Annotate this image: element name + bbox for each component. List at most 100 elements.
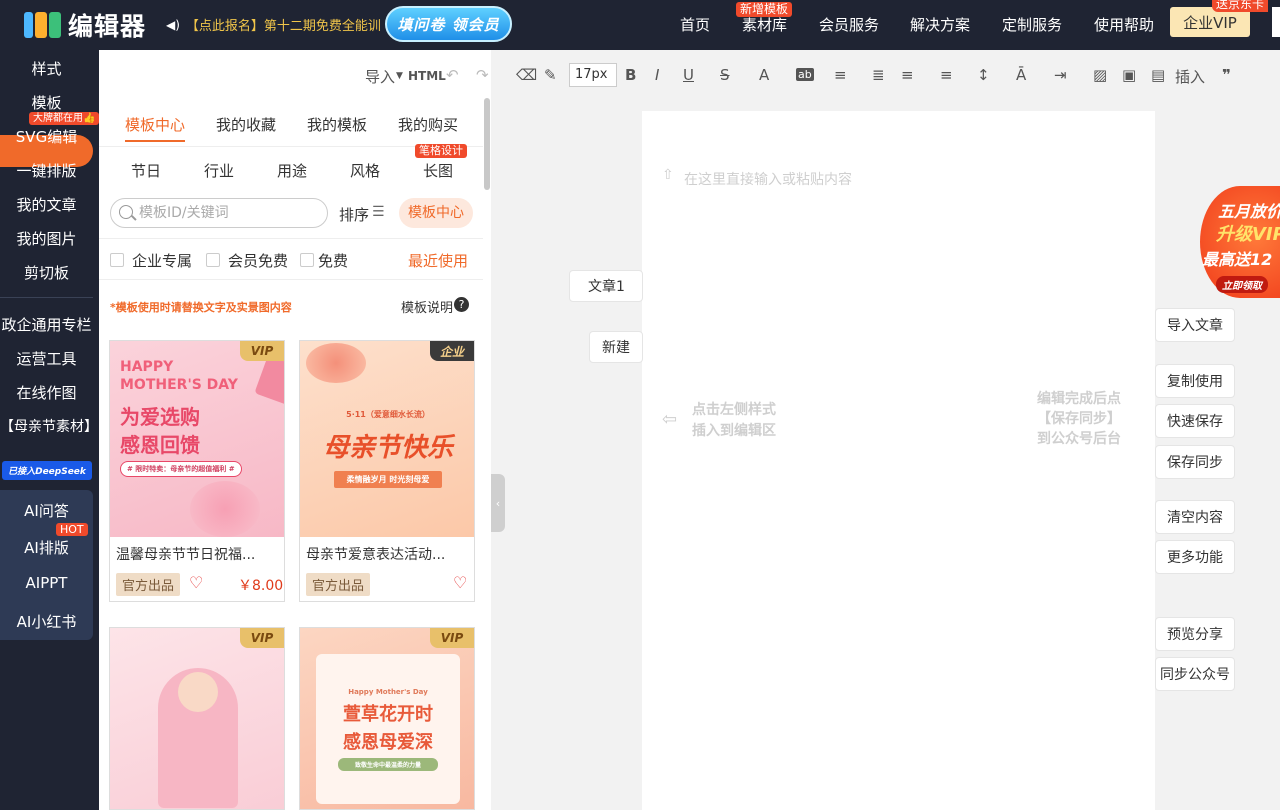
hot-badge: HOT: [56, 523, 88, 536]
template-card[interactable]: VIP: [109, 627, 285, 810]
image-icon[interactable]: ▣: [1122, 66, 1136, 84]
nav-help[interactable]: 使用帮助: [1094, 14, 1154, 35]
underline-icon[interactable]: U: [683, 66, 694, 84]
spacing-before-icon[interactable]: ≡: [901, 66, 914, 84]
sort-button[interactable]: 排序: [339, 204, 369, 225]
tab-my-templates[interactable]: 我的模板: [307, 114, 367, 135]
nav-gov-column[interactable]: 政企通用专栏: [0, 314, 93, 335]
user-avatar-edge[interactable]: [1272, 7, 1280, 37]
sync-official-account-button[interactable]: 同步公众号: [1155, 657, 1235, 691]
more-functions-button[interactable]: 更多功能: [1155, 540, 1235, 574]
nav-materials[interactable]: 素材库: [742, 14, 787, 35]
eraser-icon[interactable]: ⌫: [516, 66, 537, 84]
nav-online-drawing[interactable]: 在线作图: [0, 382, 93, 403]
enterprise-checkbox[interactable]: [110, 253, 124, 267]
nav-custom[interactable]: 定制服务: [1002, 14, 1062, 35]
tab-purchases[interactable]: 我的购买: [398, 114, 458, 135]
format-painter-icon[interactable]: ✎: [544, 66, 557, 84]
member-free-checkbox[interactable]: [206, 253, 220, 267]
preview-share-button[interactable]: 预览分享: [1155, 617, 1235, 651]
nurse-face: [178, 672, 218, 712]
nav-ai-layout[interactable]: AI排版: [0, 537, 93, 558]
import-article-button[interactable]: 导入文章: [1155, 308, 1235, 342]
logo-mark-icon: [24, 10, 62, 40]
nav-solutions[interactable]: 解决方案: [910, 14, 970, 35]
vip-promo-float[interactable]: 五月放价 升级VIP 最高送12 立即领取: [1200, 186, 1280, 298]
copy-use-button[interactable]: 复制使用: [1155, 364, 1235, 398]
italic-icon[interactable]: I: [655, 66, 659, 84]
align-icon[interactable]: ≡: [834, 66, 847, 84]
editor-canvas[interactable]: ⇧ 在这里直接输入或粘贴内容 ⇦ 点击左侧样式 插入到编辑区 编辑完成后点 【保…: [642, 111, 1155, 810]
quick-save-button[interactable]: 快速保存: [1155, 404, 1235, 438]
letter-spacing-icon[interactable]: Ā: [1016, 66, 1026, 84]
template-help[interactable]: 模板说明: [401, 297, 453, 316]
redo-icon[interactable]: ↷: [476, 66, 489, 84]
logo[interactable]: 编辑器: [24, 9, 146, 41]
quote-icon[interactable]: ❞: [1222, 66, 1231, 84]
nav-svg-edit[interactable]: SVG编辑: [0, 126, 93, 147]
template-card[interactable]: 5·11（爱意细水长流） 母亲节快乐 柔情融岁月 时光刻母爱 企业 母亲节爱意表…: [299, 340, 475, 602]
subtab-usage[interactable]: 用途: [277, 160, 307, 181]
nav-ai-xiaohongshu[interactable]: AI小红书: [0, 611, 93, 632]
indent-icon[interactable]: ≣: [872, 66, 885, 84]
template-card[interactable]: HAPPY MOTHER'S DAY 为爱选购 感恩回馈 # 限时特卖：母亲节的…: [109, 340, 285, 602]
poster-date: 5·11（爱意细水长流）: [346, 410, 430, 419]
spacing-after-icon[interactable]: ≡: [940, 66, 953, 84]
paragraph-indent-icon[interactable]: ⇥: [1054, 66, 1067, 84]
subtab-industry[interactable]: 行业: [204, 160, 234, 181]
enterprise-label: 企业专属: [132, 252, 193, 270]
help-icon[interactable]: ?: [454, 297, 469, 312]
collapse-panel-handle[interactable]: ‹: [491, 474, 505, 532]
nav-membership[interactable]: 会员服务: [819, 14, 879, 35]
clear-content-button[interactable]: 清空内容: [1155, 500, 1235, 534]
tab-template-center[interactable]: 模板中心: [125, 114, 185, 135]
nav-one-click-layout[interactable]: 一键排版: [0, 160, 93, 181]
subtab-long-image[interactable]: 长图: [423, 160, 453, 181]
new-article-button[interactable]: 新建: [589, 331, 643, 363]
font-color-icon[interactable]: A: [759, 66, 769, 84]
template-card[interactable]: Happy Mother's Day 萱草花开时 感恩母爱深 致敬生命中最温柔的…: [299, 627, 475, 810]
background-color-icon[interactable]: ab: [796, 68, 814, 81]
recent-used-link[interactable]: 最近使用: [408, 250, 468, 271]
bold-icon[interactable]: B: [625, 66, 636, 84]
font-size-select[interactable]: 17px: [569, 63, 617, 87]
template-thumbnail: Happy Mother's Day 萱草花开时 感恩母爱深 致敬生命中最温柔的…: [300, 628, 474, 809]
favorite-heart-icon[interactable]: ♡: [453, 573, 467, 592]
nav-templates[interactable]: 模板: [0, 92, 93, 113]
nav-mothers-day[interactable]: 【母亲节素材】: [0, 416, 98, 436]
nav-ai-qa[interactable]: AI问答: [0, 500, 93, 521]
nav-ai-ppt[interactable]: AIPPT: [0, 574, 93, 592]
favorite-heart-icon[interactable]: ♡: [189, 573, 203, 592]
free-checkbox[interactable]: [300, 253, 314, 267]
template-price: ￥8.00: [238, 578, 284, 594]
panel-scrollbar[interactable]: [484, 98, 490, 190]
subtab-style[interactable]: 风格: [350, 160, 380, 181]
notice-divider: [99, 279, 483, 280]
article-tab[interactable]: 文章1: [569, 270, 643, 302]
vip-tag: VIP: [240, 628, 284, 648]
nav-styles[interactable]: 样式: [0, 58, 93, 79]
survey-promo-button[interactable]: 填问卷 领会员: [385, 6, 512, 42]
nav-my-articles[interactable]: 我的文章: [0, 194, 93, 215]
html-button[interactable]: HTML: [408, 69, 446, 83]
undo-icon[interactable]: ↶: [446, 66, 459, 84]
nav-clipboard[interactable]: 剪切板: [0, 262, 93, 283]
insert-menu[interactable]: 插入: [1175, 66, 1205, 87]
save-sync-button[interactable]: 保存同步: [1155, 445, 1235, 479]
search-input[interactable]: 模板ID/关键词: [110, 198, 328, 228]
tab-favorites[interactable]: 我的收藏: [216, 114, 276, 135]
announcement[interactable]: ◀) 【点此报名】第十二期免费全能训: [166, 15, 381, 35]
import-menu[interactable]: 导入: [365, 66, 395, 87]
poster-headline1: 为爱选购: [120, 405, 200, 429]
strikethrough-icon[interactable]: S: [720, 66, 730, 84]
nav-my-images[interactable]: 我的图片: [0, 228, 93, 249]
nav-home[interactable]: 首页: [680, 14, 710, 35]
subtab-holiday[interactable]: 节日: [131, 160, 161, 181]
nav-ops-tools[interactable]: 运营工具: [0, 348, 93, 369]
deepseek-badge: 已接入DeepSeek: [2, 461, 92, 480]
nav-divider: [0, 297, 93, 298]
gallery-icon[interactable]: ▤: [1151, 66, 1165, 84]
clear-format-icon[interactable]: ▨: [1093, 66, 1107, 84]
line-height-icon[interactable]: ↕: [977, 66, 990, 84]
template-center-button[interactable]: 模板中心: [399, 198, 473, 228]
